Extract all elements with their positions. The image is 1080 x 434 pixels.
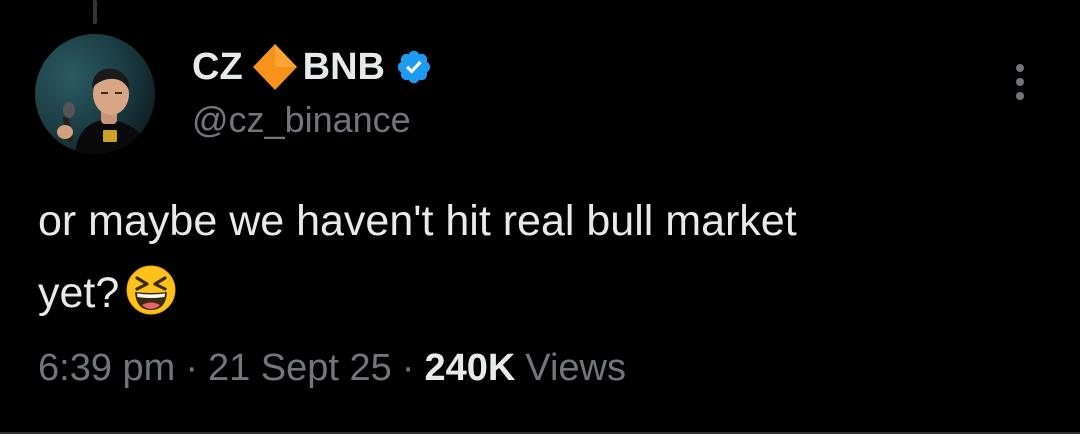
separator: · <box>185 346 198 389</box>
author-handle[interactable]: @cz_binance <box>192 94 411 146</box>
display-name[interactable]: CZ <box>192 40 243 94</box>
views-count[interactable]: 240K <box>424 347 515 390</box>
display-name-suffix[interactable]: BNB <box>303 40 385 94</box>
more-dot <box>1016 64 1024 72</box>
views-label[interactable]: Views <box>525 347 626 390</box>
tweet-date[interactable]: 21 Sept 25 <box>208 347 392 390</box>
grinning-squinting-face-emoji <box>125 264 177 316</box>
tweet-metadata: 6:39 pm · 21 Sept 25 · 240K Views <box>38 340 626 396</box>
author-name-row[interactable]: CZ BNB <box>192 40 433 94</box>
tweet-text: or maybe we haven't hit real bull market… <box>38 185 1048 329</box>
avatar[interactable] <box>35 34 155 154</box>
more-vertical-icon[interactable] <box>1002 58 1038 106</box>
profile-photo <box>35 34 155 154</box>
orange-diamond-icon <box>249 40 301 94</box>
tweet-text-line-2: yet? <box>38 257 1048 329</box>
verified-badge-icon[interactable] <box>395 48 433 86</box>
separator: · <box>401 346 415 389</box>
tweet-text-line-2-text: yet? <box>38 269 120 317</box>
tweet-time[interactable]: 6:39 pm <box>38 347 175 390</box>
more-dot <box>1016 92 1024 100</box>
tweet-text-line-1: or maybe we haven't hit real bull market <box>38 197 797 245</box>
more-dot <box>1016 78 1024 86</box>
thread-connector-line <box>93 0 97 24</box>
